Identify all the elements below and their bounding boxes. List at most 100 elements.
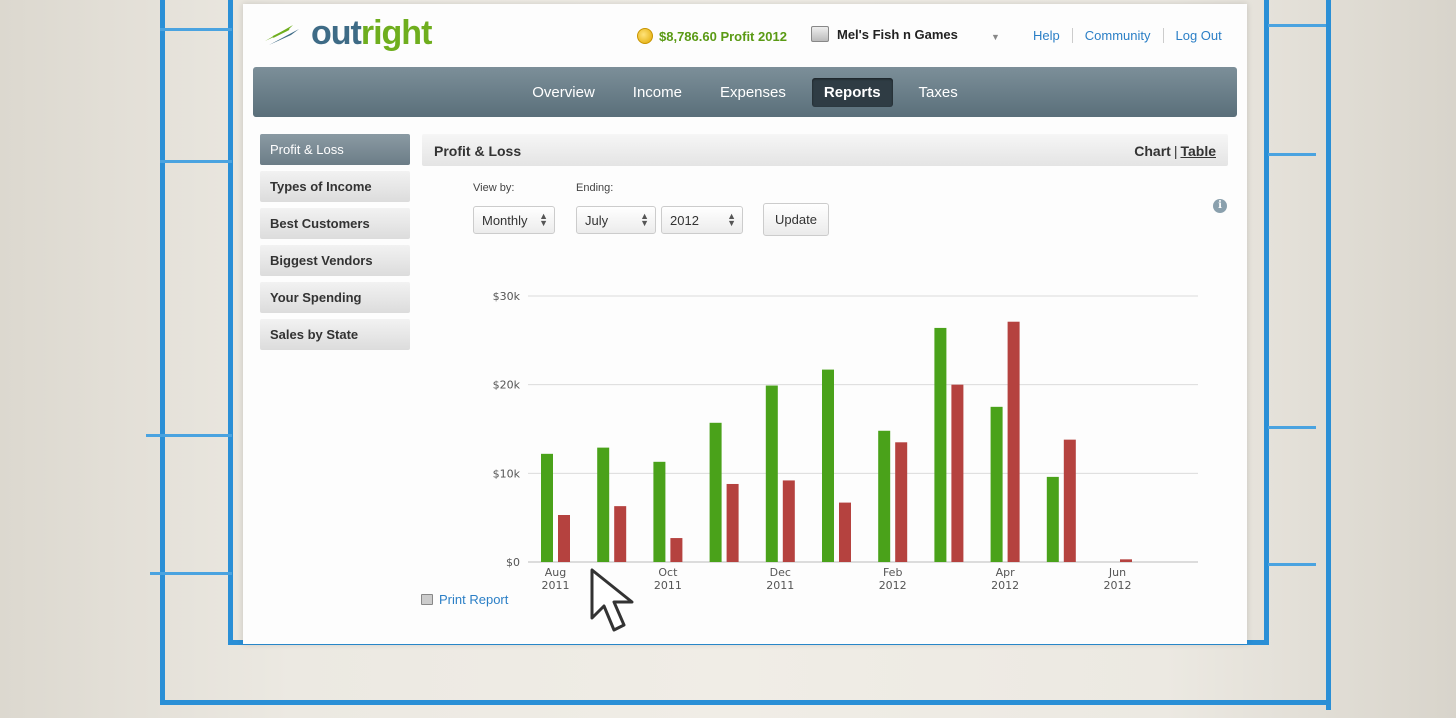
chevron-down-icon[interactable]: ▼: [991, 32, 1000, 42]
tab-expenses[interactable]: Expenses: [708, 78, 798, 107]
bar-expense: [839, 502, 851, 562]
app-window: outright $8,786.60 Profit 2012 Mel's Fis…: [243, 4, 1247, 644]
select-arrows-icon: ▲ ▼: [727, 211, 736, 228]
bar-income: [541, 453, 553, 562]
chart-svg: $0$10k$20k$30kAug2011Oct2011Dec2011Feb20…: [493, 290, 1198, 592]
top-bar: outright $8,786.60 Profit 2012 Mel's Fis…: [243, 4, 1247, 66]
y-tick-label: $20k: [493, 379, 521, 392]
update-button[interactable]: Update: [763, 203, 829, 236]
coin-icon: [637, 28, 653, 44]
logo-swoosh-icon: [265, 25, 299, 45]
frame-line: [160, 0, 165, 700]
logout-link[interactable]: Log Out: [1162, 28, 1234, 43]
ending-month-select[interactable]: July ▲ ▼: [576, 206, 656, 234]
profit-loss-chart: $0 $10k $20k $30k Aug 2011 Oct 2011 Dec 2011 Feb 20…: [473, 274, 1213, 604]
help-link[interactable]: Help: [1021, 28, 1072, 43]
x-tick-label: Feb: [883, 566, 902, 579]
select-arrows-icon: ▲ ▼: [640, 211, 649, 228]
bar-expense: [726, 483, 739, 562]
report-title: Profit & Loss: [434, 143, 522, 159]
bar-expense: [1120, 559, 1132, 562]
sidebar-item-your-spending[interactable]: Your Spending: [260, 282, 410, 313]
report-sidebar: Profit & Loss Types of Income Best Custo…: [260, 134, 410, 356]
frame-line: [160, 160, 232, 163]
tab-taxes[interactable]: Taxes: [907, 78, 970, 107]
tab-overview[interactable]: Overview: [520, 78, 607, 107]
frame-line: [146, 434, 232, 437]
printer-icon: [421, 594, 433, 605]
x-tick-label: 2012: [879, 579, 907, 592]
bar-income: [990, 406, 1003, 562]
main-nav: Overview Income Expenses Reports Taxes: [253, 67, 1237, 117]
outright-logo[interactable]: outright: [263, 14, 433, 52]
sidebar-item-types-of-income[interactable]: Types of Income: [260, 171, 410, 202]
frame-line: [150, 572, 232, 575]
bar-expense: [614, 506, 627, 562]
business-selector[interactable]: Mel's Fish n Games: [811, 26, 958, 42]
sidebar-item-sales-by-state[interactable]: Sales by State: [260, 319, 410, 350]
frame-line: [228, 0, 233, 645]
business-icon: [811, 26, 829, 42]
y-tick-label: $10k: [493, 467, 521, 480]
x-tick-label: Oct: [658, 566, 678, 579]
y-tick-label: $30k: [493, 290, 521, 303]
sidebar-item-profit-loss[interactable]: Profit & Loss: [260, 134, 410, 165]
view-by-value: Monthly: [482, 213, 528, 228]
frame-line: [1326, 0, 1331, 710]
x-tick-label: 2011: [654, 579, 682, 592]
frame-line: [1268, 563, 1316, 566]
info-icon[interactable]: i: [1213, 199, 1227, 213]
print-report-link[interactable]: Print Report: [421, 592, 508, 607]
ending-label: Ending:: [576, 182, 614, 194]
bar-income: [709, 422, 722, 562]
bar-income: [1046, 476, 1059, 562]
tab-reports[interactable]: Reports: [811, 77, 893, 107]
bar-expense: [1007, 321, 1020, 562]
bar-expense: [558, 515, 570, 562]
frame-line: [1264, 0, 1269, 645]
print-report-label: Print Report: [439, 592, 509, 607]
chart-view-link[interactable]: Chart: [1134, 143, 1171, 159]
frame-line: [1268, 24, 1326, 27]
frame-line: [1268, 153, 1316, 156]
x-tick-label: Jun: [1108, 566, 1126, 579]
ending-year-select[interactable]: 2012 ▲ ▼: [661, 206, 743, 234]
bar-income: [765, 385, 778, 562]
logo-text-out: out: [311, 14, 362, 52]
x-tick-label: Dec: [770, 566, 791, 579]
y-tick-label: $0: [506, 556, 520, 569]
bar-income: [653, 461, 666, 562]
profit-text: $8,786.60 Profit 2012: [659, 28, 787, 44]
select-arrows-icon: ▲ ▼: [539, 211, 548, 228]
report-header: Profit & Loss Chart | Table: [422, 134, 1228, 166]
profit-summary: $8,786.60 Profit 2012: [637, 28, 787, 44]
x-tick-label: 2011: [542, 579, 570, 592]
sidebar-item-biggest-vendors[interactable]: Biggest Vendors: [260, 245, 410, 276]
view-by-label: View by:: [473, 182, 515, 194]
x-tick-label: Aug: [545, 566, 566, 579]
bar-expense: [951, 384, 964, 562]
logo-text: outright: [311, 14, 433, 52]
x-tick-label: 2012: [1104, 579, 1132, 592]
bar-income: [878, 430, 891, 562]
bar-income: [822, 369, 834, 562]
frame-line: [160, 28, 232, 31]
x-tick-label: Apr: [996, 566, 1016, 579]
logo-text-right: right: [360, 14, 433, 52]
bar-expense: [895, 442, 908, 562]
x-tick-label: 2011: [766, 579, 794, 592]
mouse-cursor-icon: [590, 568, 634, 632]
frame-line: [1268, 426, 1316, 429]
bar-income: [597, 447, 610, 562]
tab-income[interactable]: Income: [621, 78, 694, 107]
view-toggle: Chart | Table: [1134, 143, 1216, 159]
bar-income: [934, 327, 947, 562]
header-links: Help Community Log Out: [1021, 28, 1234, 43]
sidebar-item-best-customers[interactable]: Best Customers: [260, 208, 410, 239]
view-by-select[interactable]: Monthly ▲ ▼: [473, 206, 555, 234]
ending-month-value: July: [585, 213, 609, 228]
x-tick-label: 2012: [991, 579, 1019, 592]
ending-year-value: 2012: [670, 213, 699, 228]
table-view-link[interactable]: Table: [1180, 143, 1216, 159]
community-link[interactable]: Community: [1071, 28, 1163, 43]
